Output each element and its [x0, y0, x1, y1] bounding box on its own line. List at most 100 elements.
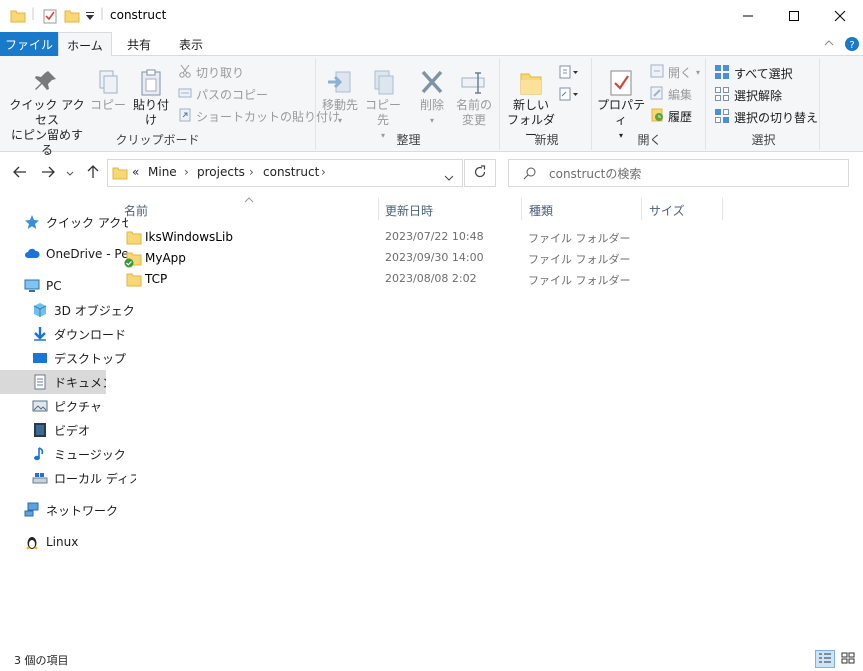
file-row[interactable]: TCP 2023/08/08 2:02 ファイル フォルダー [120, 269, 730, 290]
search-placeholder: constructの検索 [549, 167, 642, 181]
rename-label-2: 変更 [461, 113, 486, 127]
rename-icon [454, 68, 494, 98]
minimize-button[interactable] [725, 0, 771, 32]
column-header-name[interactable]: 名前 [124, 202, 148, 219]
column-header-size[interactable]: サイズ [649, 202, 685, 219]
status-bar: 3 個の項目 [0, 644, 863, 671]
edit-label: 編集 [668, 88, 693, 102]
easy-access-icon[interactable] [558, 86, 580, 105]
tab-home[interactable]: ホーム [58, 32, 112, 57]
file-row[interactable]: MyApp 2023/09/30 14:00 ファイル フォルダー [120, 248, 730, 269]
breadcrumb-construct[interactable]: construct [263, 165, 319, 179]
recent-locations-button[interactable] [63, 162, 77, 184]
tab-file[interactable]: ファイル [0, 32, 58, 56]
file-modified: 2023/09/30 14:00 [385, 251, 484, 264]
delete-button[interactable]: 削除 ▾ [414, 68, 450, 128]
column-header-type[interactable]: 種類 [529, 202, 553, 219]
file-name: TCP [145, 272, 168, 286]
sidebar-item-label: ピクチャ [54, 399, 102, 414]
new-item-icon[interactable] [558, 64, 580, 83]
file-list: 名前 更新日時 種類 サイズ IksWindowsLib 2023/07/22 … [106, 194, 863, 644]
sidebar-item-label: ドキュメント [54, 375, 106, 390]
address-overflow-chevron[interactable]: « [132, 165, 139, 179]
breadcrumb-separator[interactable]: › [184, 165, 189, 179]
copy-path-button[interactable]: パスのコピー [178, 86, 268, 103]
rename-button[interactable]: 名前の 変更 [454, 68, 494, 128]
pc-icon [24, 278, 40, 294]
collapse-ribbon-icon[interactable] [823, 37, 835, 52]
arrow-left-icon [13, 166, 27, 181]
network-icon [24, 502, 40, 518]
tab-share[interactable]: 共有 [116, 32, 162, 56]
title-divider: | [100, 6, 105, 20]
file-type: ファイル フォルダー [528, 253, 631, 266]
forward-button[interactable] [37, 162, 59, 184]
sidebar-item-label: PC [46, 279, 62, 293]
organize-group: 移動先 ▾ コピー先 ▾ 削除 ▾ 名前の 変更 整理 [318, 58, 500, 150]
disk-icon [32, 470, 48, 486]
move-to-button[interactable]: 移動先 ▾ [320, 68, 360, 128]
refresh-button[interactable] [464, 159, 496, 187]
linux-icon [24, 534, 40, 550]
search-box[interactable]: constructの検索 [508, 159, 849, 187]
file-row[interactable]: IksWindowsLib 2023/07/22 10:48 ファイル フォルダ… [120, 227, 730, 248]
column-divider[interactable] [378, 198, 379, 220]
folder-icon [112, 165, 128, 184]
folder-icon[interactable] [10, 8, 26, 24]
history-button[interactable]: 履歴 [650, 108, 692, 125]
clipboard-group: クイック アクセス にピン留めする コピー 貼り付け 切り取り パスのコピー シ… [0, 58, 340, 157]
properties-quick-icon[interactable] [42, 8, 58, 24]
column-divider[interactable] [641, 198, 642, 220]
maximize-button[interactable] [771, 0, 817, 32]
new-folder-quick-icon[interactable] [64, 8, 80, 24]
pin-icon [6, 68, 88, 98]
address-bar[interactable]: « Mine › projects › construct › [107, 159, 463, 187]
invert-selection-icon [714, 108, 730, 127]
customize-quick-access-icon[interactable] [84, 7, 96, 23]
invert-selection-button[interactable]: 選択の切り替え [714, 108, 818, 127]
column-header-modified[interactable]: 更新日時 [385, 202, 433, 219]
open-group-label: 開く [637, 133, 662, 147]
folder-icon [126, 230, 142, 248]
column-divider[interactable] [521, 198, 522, 220]
cube-icon [32, 302, 48, 318]
new-group-label: 新規 [534, 133, 559, 147]
column-divider[interactable] [722, 198, 723, 220]
organize-group-label: 整理 [396, 133, 421, 147]
open-button[interactable]: 開く ▾ [650, 64, 700, 81]
tab-view[interactable]: 表示 [168, 32, 214, 56]
breadcrumb-separator[interactable]: › [249, 165, 254, 179]
sidebar-item-documents[interactable]: ドキュメント [0, 370, 106, 394]
breadcrumb-separator[interactable]: › [321, 165, 326, 179]
breadcrumb-projects[interactable]: projects [197, 165, 245, 179]
sidebar-item-label: Linux [46, 535, 79, 549]
edit-button[interactable]: 編集 [650, 86, 692, 103]
refresh-icon [473, 164, 487, 182]
details-view-button[interactable] [815, 650, 835, 668]
new-folder-label-1: 新しい [512, 98, 549, 112]
select-all-label: すべて選択 [734, 67, 793, 81]
up-button[interactable] [82, 162, 104, 184]
help-icon[interactable]: ? [844, 36, 860, 55]
breadcrumb-mine[interactable]: Mine [148, 165, 177, 179]
cut-button[interactable]: 切り取り [178, 64, 244, 81]
close-button[interactable] [817, 0, 863, 32]
edit-icon [650, 86, 664, 103]
paste-shortcut-button[interactable]: ショートカットの貼り付け [178, 108, 340, 125]
back-button[interactable] [9, 162, 31, 184]
paste-button[interactable]: 貼り付け [128, 68, 174, 128]
title-bar: | | construct [0, 0, 863, 32]
select-all-button[interactable]: すべて選択 [714, 64, 793, 83]
history-icon [650, 108, 664, 125]
delete-icon [414, 68, 450, 98]
copy-button[interactable]: コピー [90, 68, 126, 113]
select-group-label: 選択 [751, 133, 776, 147]
select-none-icon [714, 86, 730, 105]
address-history-icon[interactable] [444, 170, 454, 184]
select-none-button[interactable]: 選択解除 [714, 86, 782, 105]
select-all-icon [714, 64, 730, 83]
large-icons-view-button[interactable] [838, 650, 858, 668]
copy-to-icon [362, 68, 404, 98]
open-group: プロパティ ▾ 開く ▾ 編集 履歴 開く [594, 58, 706, 150]
document-icon [32, 374, 48, 390]
